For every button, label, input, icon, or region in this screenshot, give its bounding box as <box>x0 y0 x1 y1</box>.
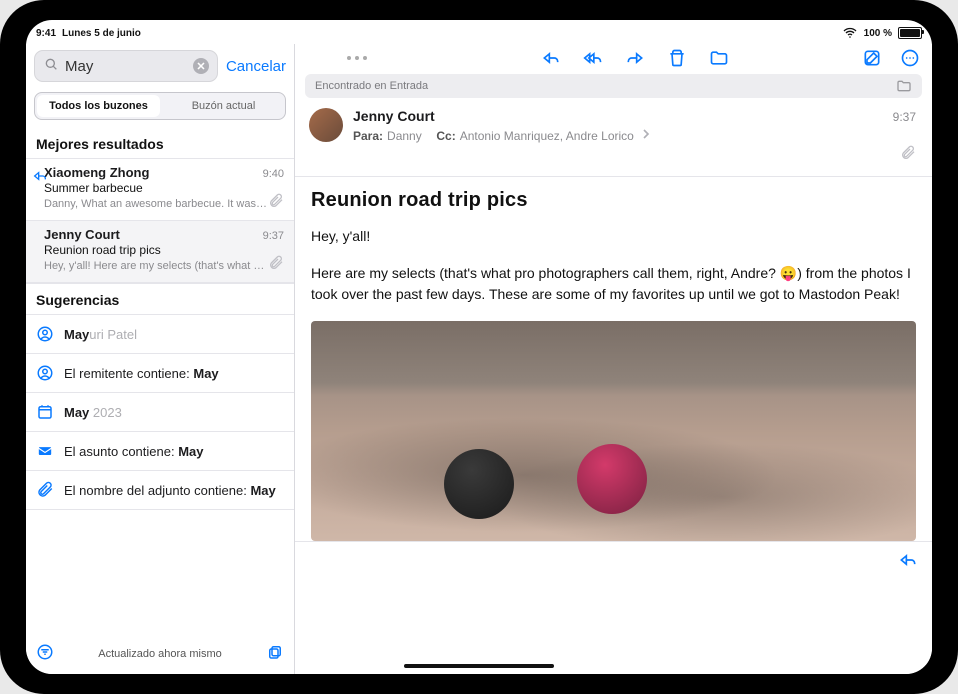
battery-percent: 100 % <box>864 28 892 39</box>
suggestion-text: El asunto contiene: May <box>64 444 204 459</box>
search-field[interactable]: May ✕ <box>34 50 218 82</box>
message-time: 9:40 <box>263 168 284 180</box>
scope-all-mailboxes[interactable]: Todos los buzones <box>37 95 160 117</box>
suggestions-list: Mayuri Patel El remitente contiene: May Ma… <box>26 315 294 510</box>
quick-reply-icon[interactable] <box>898 550 918 570</box>
message-preview: Hey, y'all! Here are my selects (that's … <box>44 260 268 272</box>
search-row: May ✕ Cancelar <box>26 44 294 86</box>
email-paragraph-2: Here are my selects (that's what pro pho… <box>311 263 916 305</box>
sidebar-status-text: Actualizado ahora mismo <box>98 648 222 660</box>
sidebar-stack-icon[interactable] <box>266 643 284 664</box>
email-recipients-row[interactable]: Para: Danny Cc: Antonio Manriquez, Andre… <box>353 126 916 145</box>
message-sender: Jenny Court <box>44 227 120 242</box>
status-left: 9:41 Lunes 5 de junio <box>36 28 141 39</box>
status-time: 9:41 <box>36 28 56 39</box>
wifi-icon <box>842 25 858 41</box>
email-subject: Reunion road trip pics <box>311 189 916 212</box>
suggestion-item[interactable]: El nombre del adjunto contiene: May <box>26 471 294 510</box>
email-time: 9:37 <box>893 110 916 124</box>
compose-icon[interactable] <box>862 48 882 68</box>
scope-current-mailbox[interactable]: Buzón actual <box>162 93 285 119</box>
person-icon <box>36 325 54 343</box>
attachment-icon <box>36 481 54 499</box>
suggestion-item[interactable]: May 2023 <box>26 393 294 432</box>
reply-icon[interactable] <box>541 48 561 68</box>
suggestion-item[interactable]: Mayuri Patel <box>26 315 294 354</box>
reply-all-icon[interactable] <box>583 48 603 68</box>
best-results-header: Mejores resultados <box>26 128 294 159</box>
found-in-label: Encontrado en Entrada <box>315 80 428 92</box>
toolbar-center <box>541 48 729 68</box>
person-icon <box>36 364 54 382</box>
message-sender: Xiaomeng Zhong <box>44 165 149 180</box>
sender-avatar[interactable] <box>309 108 343 142</box>
trash-icon[interactable] <box>667 48 687 68</box>
search-query-text: May <box>65 58 93 75</box>
status-right: 100 % <box>842 25 922 41</box>
multitask-control[interactable] <box>307 56 407 60</box>
screen: 9:41 Lunes 5 de junio 100 % May ✕ Cancel… <box>26 20 932 674</box>
bottom-toolbar <box>295 541 932 578</box>
more-icon[interactable] <box>900 48 920 68</box>
folder-icon <box>896 78 912 94</box>
search-icon <box>43 56 59 77</box>
message-subject: Summer barbecue <box>44 181 284 195</box>
attachment-indicator <box>309 145 916 166</box>
mail-icon <box>36 442 54 460</box>
main-pane: Encontrado en Entrada Jenny Court 9:37 P… <box>295 44 932 674</box>
suggestions-header: Sugerencias <box>26 283 294 315</box>
email-image-attachment[interactable] <box>311 321 916 541</box>
move-folder-icon[interactable] <box>709 48 729 68</box>
email-paragraph-1: Hey, y'all! <box>311 226 916 247</box>
message-preview: Danny, What an awesome barbecue. It was … <box>44 198 268 210</box>
results-list: Xiaomeng Zhong 9:40Summer barbecue Danny, … <box>26 159 294 283</box>
message-item[interactable]: Jenny Court 9:37Reunion road trip pics Hey… <box>26 221 294 283</box>
email-subject-area: Reunion road trip pics <box>295 177 932 216</box>
cc-label: Cc: <box>436 129 455 143</box>
found-in-bar[interactable]: Encontrado en Entrada <box>305 74 922 98</box>
sidebar-spacer <box>26 510 294 635</box>
toolbar <box>295 44 932 68</box>
suggestion-text: May 2023 <box>64 405 122 420</box>
filter-icon[interactable] <box>36 643 54 664</box>
attachment-icon <box>268 193 284 212</box>
search-scope-segmented[interactable]: Todos los buzones Buzón actual <box>34 92 286 120</box>
ipad-frame: 9:41 Lunes 5 de junio 100 % May ✕ Cancel… <box>0 0 958 694</box>
clear-search-button[interactable]: ✕ <box>193 58 209 74</box>
content-split: May ✕ Cancelar Todos los buzones Buzón a… <box>26 44 932 674</box>
message-time: 9:37 <box>263 230 284 242</box>
status-bar: 9:41 Lunes 5 de junio 100 % <box>26 20 932 44</box>
message-subject: Reunion road trip pics <box>44 243 284 257</box>
recipients-disclosure-icon[interactable] <box>638 126 654 145</box>
forward-icon[interactable] <box>625 48 645 68</box>
suggestion-item[interactable]: El remitente contiene: May <box>26 354 294 393</box>
emoji-tongue: 😛 <box>780 263 797 284</box>
calendar-icon <box>36 403 54 421</box>
message-item[interactable]: Xiaomeng Zhong 9:40Summer barbecue Danny, … <box>26 159 294 221</box>
reply-indicator-icon <box>32 168 48 189</box>
to-label: Para: <box>353 129 383 143</box>
toolbar-right <box>862 48 920 68</box>
to-name: Danny <box>387 129 422 143</box>
status-date: Lunes 5 de junio <box>62 28 141 39</box>
suggestion-text: El nombre del adjunto contiene: May <box>64 483 276 498</box>
email-from-name[interactable]: Jenny Court <box>353 108 435 124</box>
sidebar-footer: Actualizado ahora mismo <box>26 635 294 674</box>
email-body: Hey, y'all! Here are my selects (that's … <box>295 216 932 541</box>
cc-names: Antonio Manriquez, Andre Lorico <box>460 129 634 143</box>
suggestion-text: Mayuri Patel <box>64 327 137 342</box>
battery-icon <box>898 27 922 39</box>
home-indicator[interactable] <box>404 664 554 668</box>
suggestion-text: El remitente contiene: May <box>64 366 219 381</box>
sidebar: May ✕ Cancelar Todos los buzones Buzón a… <box>26 44 295 674</box>
attachment-icon <box>268 255 284 274</box>
suggestion-item[interactable]: El asunto contiene: May <box>26 432 294 471</box>
email-header: Jenny Court 9:37 Para: Danny Cc: Antonio… <box>295 98 932 177</box>
cancel-search-button[interactable]: Cancelar <box>226 58 286 75</box>
